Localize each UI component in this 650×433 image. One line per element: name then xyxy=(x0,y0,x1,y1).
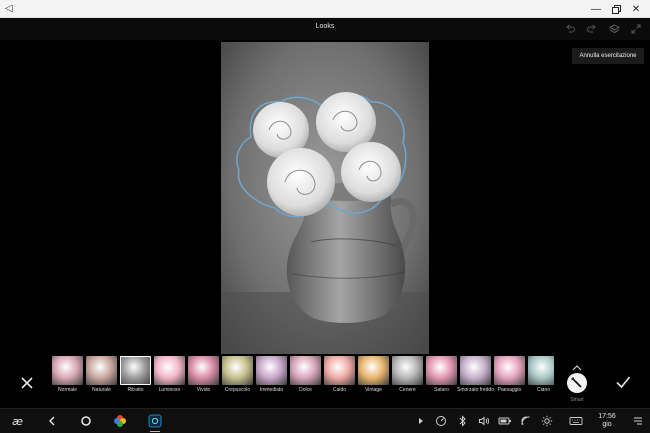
look-preview-image xyxy=(358,356,389,385)
keyboard-icon[interactable] xyxy=(568,413,584,429)
look-preview-image xyxy=(528,356,554,385)
confirm-icon[interactable] xyxy=(614,373,632,391)
look-thumbnail[interactable]: Immediato xyxy=(255,356,288,408)
look-preview-image xyxy=(188,356,219,385)
back-icon[interactable] xyxy=(44,413,60,429)
look-preview-image xyxy=(460,356,491,385)
look-preview-image xyxy=(86,356,117,385)
back-arrow-icon[interactable]: ◁ xyxy=(5,2,17,15)
photoshop-express-app-icon[interactable] xyxy=(147,413,163,432)
look-thumbnail[interactable]: Smorzato freddo xyxy=(457,356,494,408)
header-actions xyxy=(562,21,644,37)
looks-thumbnails: Normale Naturale Ritratto Luminoso Vivido Cre… xyxy=(51,356,554,408)
chevron-up-icon[interactable] xyxy=(571,364,583,372)
look-preview-image xyxy=(222,356,253,385)
window-titlebar: ◁ — ✕ xyxy=(0,0,650,18)
clock-time: 17:56 xyxy=(598,413,616,420)
notifications-icon[interactable] xyxy=(630,413,646,429)
gauge-icon[interactable] xyxy=(433,413,449,429)
minimize-icon[interactable]: — xyxy=(588,0,604,18)
tray-expand-icon[interactable] xyxy=(413,413,429,429)
brightness-icon[interactable] xyxy=(539,413,555,429)
app-launcher-icon[interactable]: æ xyxy=(10,413,26,429)
app-header: Looks xyxy=(0,18,650,40)
close-window-icon[interactable]: ✕ xyxy=(628,0,644,18)
photo-canvas[interactable] xyxy=(221,42,429,354)
taskbar: æ 17:56 gio xyxy=(0,408,650,433)
home-icon[interactable] xyxy=(78,413,94,429)
look-thumbnail[interactable]: Normale xyxy=(51,356,84,408)
restore-icon[interactable] xyxy=(608,0,624,18)
look-preview-image xyxy=(120,356,151,385)
look-preview-image xyxy=(324,356,355,385)
photo-image xyxy=(221,42,429,354)
look-preview-image xyxy=(426,356,457,385)
look-thumbnail[interactable]: Dolce xyxy=(289,356,322,408)
expand-icon[interactable] xyxy=(628,21,644,37)
look-thumbnail[interactable]: Paesaggio xyxy=(493,356,526,408)
cancel-icon[interactable] xyxy=(18,374,36,392)
clock-day: gio xyxy=(602,421,612,428)
window-controls: — ✕ xyxy=(588,0,644,18)
look-preview-image xyxy=(494,356,525,385)
tooltip: Annulla esercitazione xyxy=(572,48,644,64)
battery-icon[interactable] xyxy=(497,413,513,429)
look-label: Ciano xyxy=(536,387,551,393)
look-preview-image xyxy=(392,356,423,385)
smart-wand-icon[interactable] xyxy=(567,373,587,393)
smart-button[interactable]: Smart xyxy=(563,364,591,408)
look-preview-image xyxy=(256,356,287,385)
look-thumbnail[interactable]: Ciano xyxy=(527,356,554,408)
look-thumbnail[interactable]: Vintage xyxy=(357,356,390,408)
wifi-icon[interactable] xyxy=(518,413,534,429)
page-title: Looks xyxy=(315,23,335,30)
look-preview-image xyxy=(154,356,185,385)
redo-icon[interactable] xyxy=(584,21,600,37)
smart-label: Smart xyxy=(570,397,584,403)
app-root: ◁ — ✕ Looks Annulla esercitazione Normal… xyxy=(0,0,650,433)
look-preview-image xyxy=(52,356,83,385)
svg-text:æ: æ xyxy=(12,415,23,428)
look-thumbnail[interactable]: Ritratto xyxy=(119,356,152,408)
look-thumbnail[interactable]: Crepuscolo xyxy=(221,356,254,408)
undo-icon[interactable] xyxy=(562,21,578,37)
look-thumbnail[interactable]: Luminoso xyxy=(153,356,186,408)
look-thumbnail[interactable]: Cenere xyxy=(391,356,424,408)
look-thumbnail[interactable]: Caldo xyxy=(323,356,356,408)
photos-app-icon[interactable] xyxy=(112,413,128,429)
looks-filmstrip: Normale Naturale Ritratto Luminoso Vivido Cre… xyxy=(0,356,650,408)
volume-icon[interactable] xyxy=(476,413,492,429)
layers-icon[interactable] xyxy=(606,21,622,37)
clock[interactable]: 17:56 gio xyxy=(594,413,620,429)
look-thumbnail[interactable]: Saturo xyxy=(425,356,458,408)
bluetooth-icon[interactable] xyxy=(455,413,471,429)
look-preview-image xyxy=(290,356,321,385)
look-thumbnail[interactable]: Naturale xyxy=(85,356,118,408)
look-thumbnail[interactable]: Vivido xyxy=(187,356,220,408)
